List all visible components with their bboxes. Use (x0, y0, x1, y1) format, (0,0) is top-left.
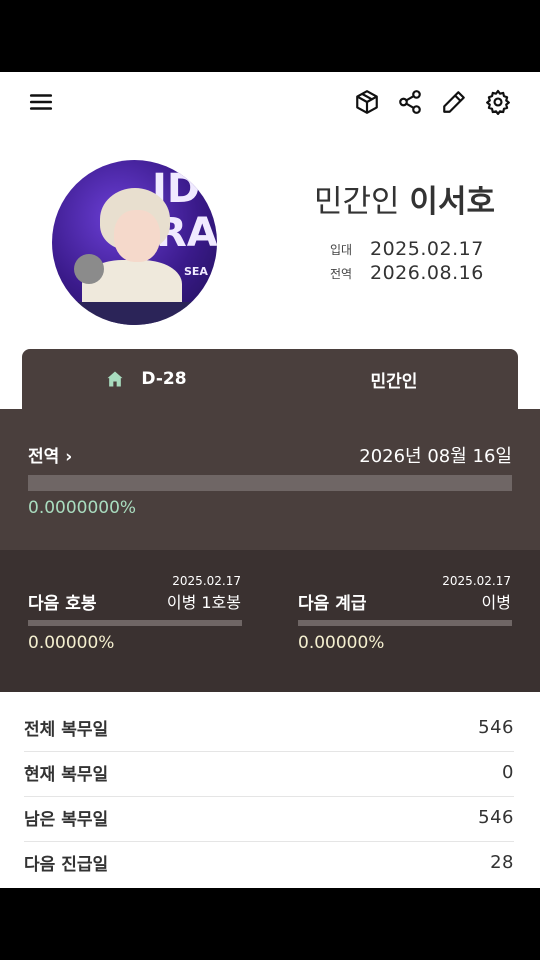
discharge-date-row: 전역 2026.08.16 (330, 261, 484, 285)
status-bar-area (0, 0, 540, 72)
pay-grade-progress-bar (28, 620, 242, 626)
stat-label: 남은 복무일 (24, 810, 109, 830)
stat-value: 28 (490, 852, 514, 873)
next-rank-label: 다음 계급 (298, 594, 367, 614)
menu-icon[interactable] (27, 88, 55, 116)
navigation-bar-area (0, 888, 540, 960)
profile-name: 민간인 이서호 (314, 176, 495, 221)
next-rank-date: 2025.02.17 (442, 574, 511, 588)
stat-row-current: 현재 복무일 0 (24, 750, 514, 795)
discharge-progress-panel: 전역 › 2026년 08월 16일 0.0000000% (0, 409, 540, 551)
stat-value: 0 (502, 762, 514, 783)
avatar-microphone (74, 254, 104, 284)
status-tab-label: 민간인 (370, 371, 418, 392)
discharge-full-date: 2026년 08월 16일 (359, 446, 512, 467)
profile-avatar[interactable]: ID RAI SEA (52, 160, 217, 325)
service-stats-list: 전체 복무일 546 현재 복무일 0 남은 복무일 546 다음 진급일 28 (0, 692, 540, 888)
discharge-percent: 0.0000000% (28, 498, 137, 518)
enlist-date-row: 입대 2025.02.17 (330, 237, 484, 261)
discharge-link[interactable]: 전역 › (28, 442, 72, 467)
rank-progress-bar (298, 620, 512, 626)
share-icon[interactable] (396, 88, 424, 116)
discharge-date: 2026.08.16 (370, 262, 484, 284)
stat-label: 현재 복무일 (24, 765, 109, 785)
tab-status[interactable]: 민간인 (270, 349, 518, 409)
app-screen: ID RAI SEA 민간인 이서호 입대 2025.02.17 전역 2026… (0, 72, 540, 888)
discharge-progress-bar (28, 475, 512, 491)
dday-label: D-28 (141, 369, 187, 389)
next-rank-value: 이병 (481, 593, 511, 612)
enlist-label: 입대 (330, 242, 353, 257)
avatar-figure-face (114, 210, 160, 262)
avatar-desk (52, 302, 217, 325)
stat-label: 전체 복무일 (24, 720, 109, 740)
stat-value: 546 (478, 807, 514, 828)
toolbar (0, 72, 540, 132)
next-pay-grade-value: 이병 1호봉 (166, 593, 241, 612)
next-pay-grade-date: 2025.02.17 (172, 574, 241, 588)
pay-grade-percent: 0.00000% (28, 633, 115, 653)
avatar-backdrop-text-3: SEA (184, 265, 208, 278)
stat-row-next-promotion: 다음 진급일 28 (24, 840, 514, 885)
stat-value: 546 (478, 717, 514, 738)
stat-row-total: 전체 복무일 546 (24, 705, 514, 750)
stat-label: 다음 진급일 (24, 855, 109, 875)
next-pay-grade-label: 다음 호봉 (28, 594, 97, 614)
settings-icon[interactable] (484, 88, 512, 116)
status-prefix: 민간인 (314, 184, 400, 220)
rank-percent: 0.00000% (298, 633, 385, 653)
enlist-date: 2025.02.17 (370, 238, 484, 260)
home-icon (107, 371, 123, 387)
discharge-label: 전역 (330, 266, 353, 281)
stat-row-remaining: 남은 복무일 546 (24, 795, 514, 840)
package-icon[interactable] (353, 88, 381, 116)
tab-dday[interactable]: D-28 (22, 349, 270, 409)
user-name: 이서호 (409, 184, 495, 220)
tab-bar: D-28 민간인 (22, 349, 518, 409)
next-promotion-panel: 다음 호봉 2025.02.17 이병 1호봉 0.00000% 다음 계급 2… (0, 550, 540, 692)
edit-icon[interactable] (440, 88, 468, 116)
